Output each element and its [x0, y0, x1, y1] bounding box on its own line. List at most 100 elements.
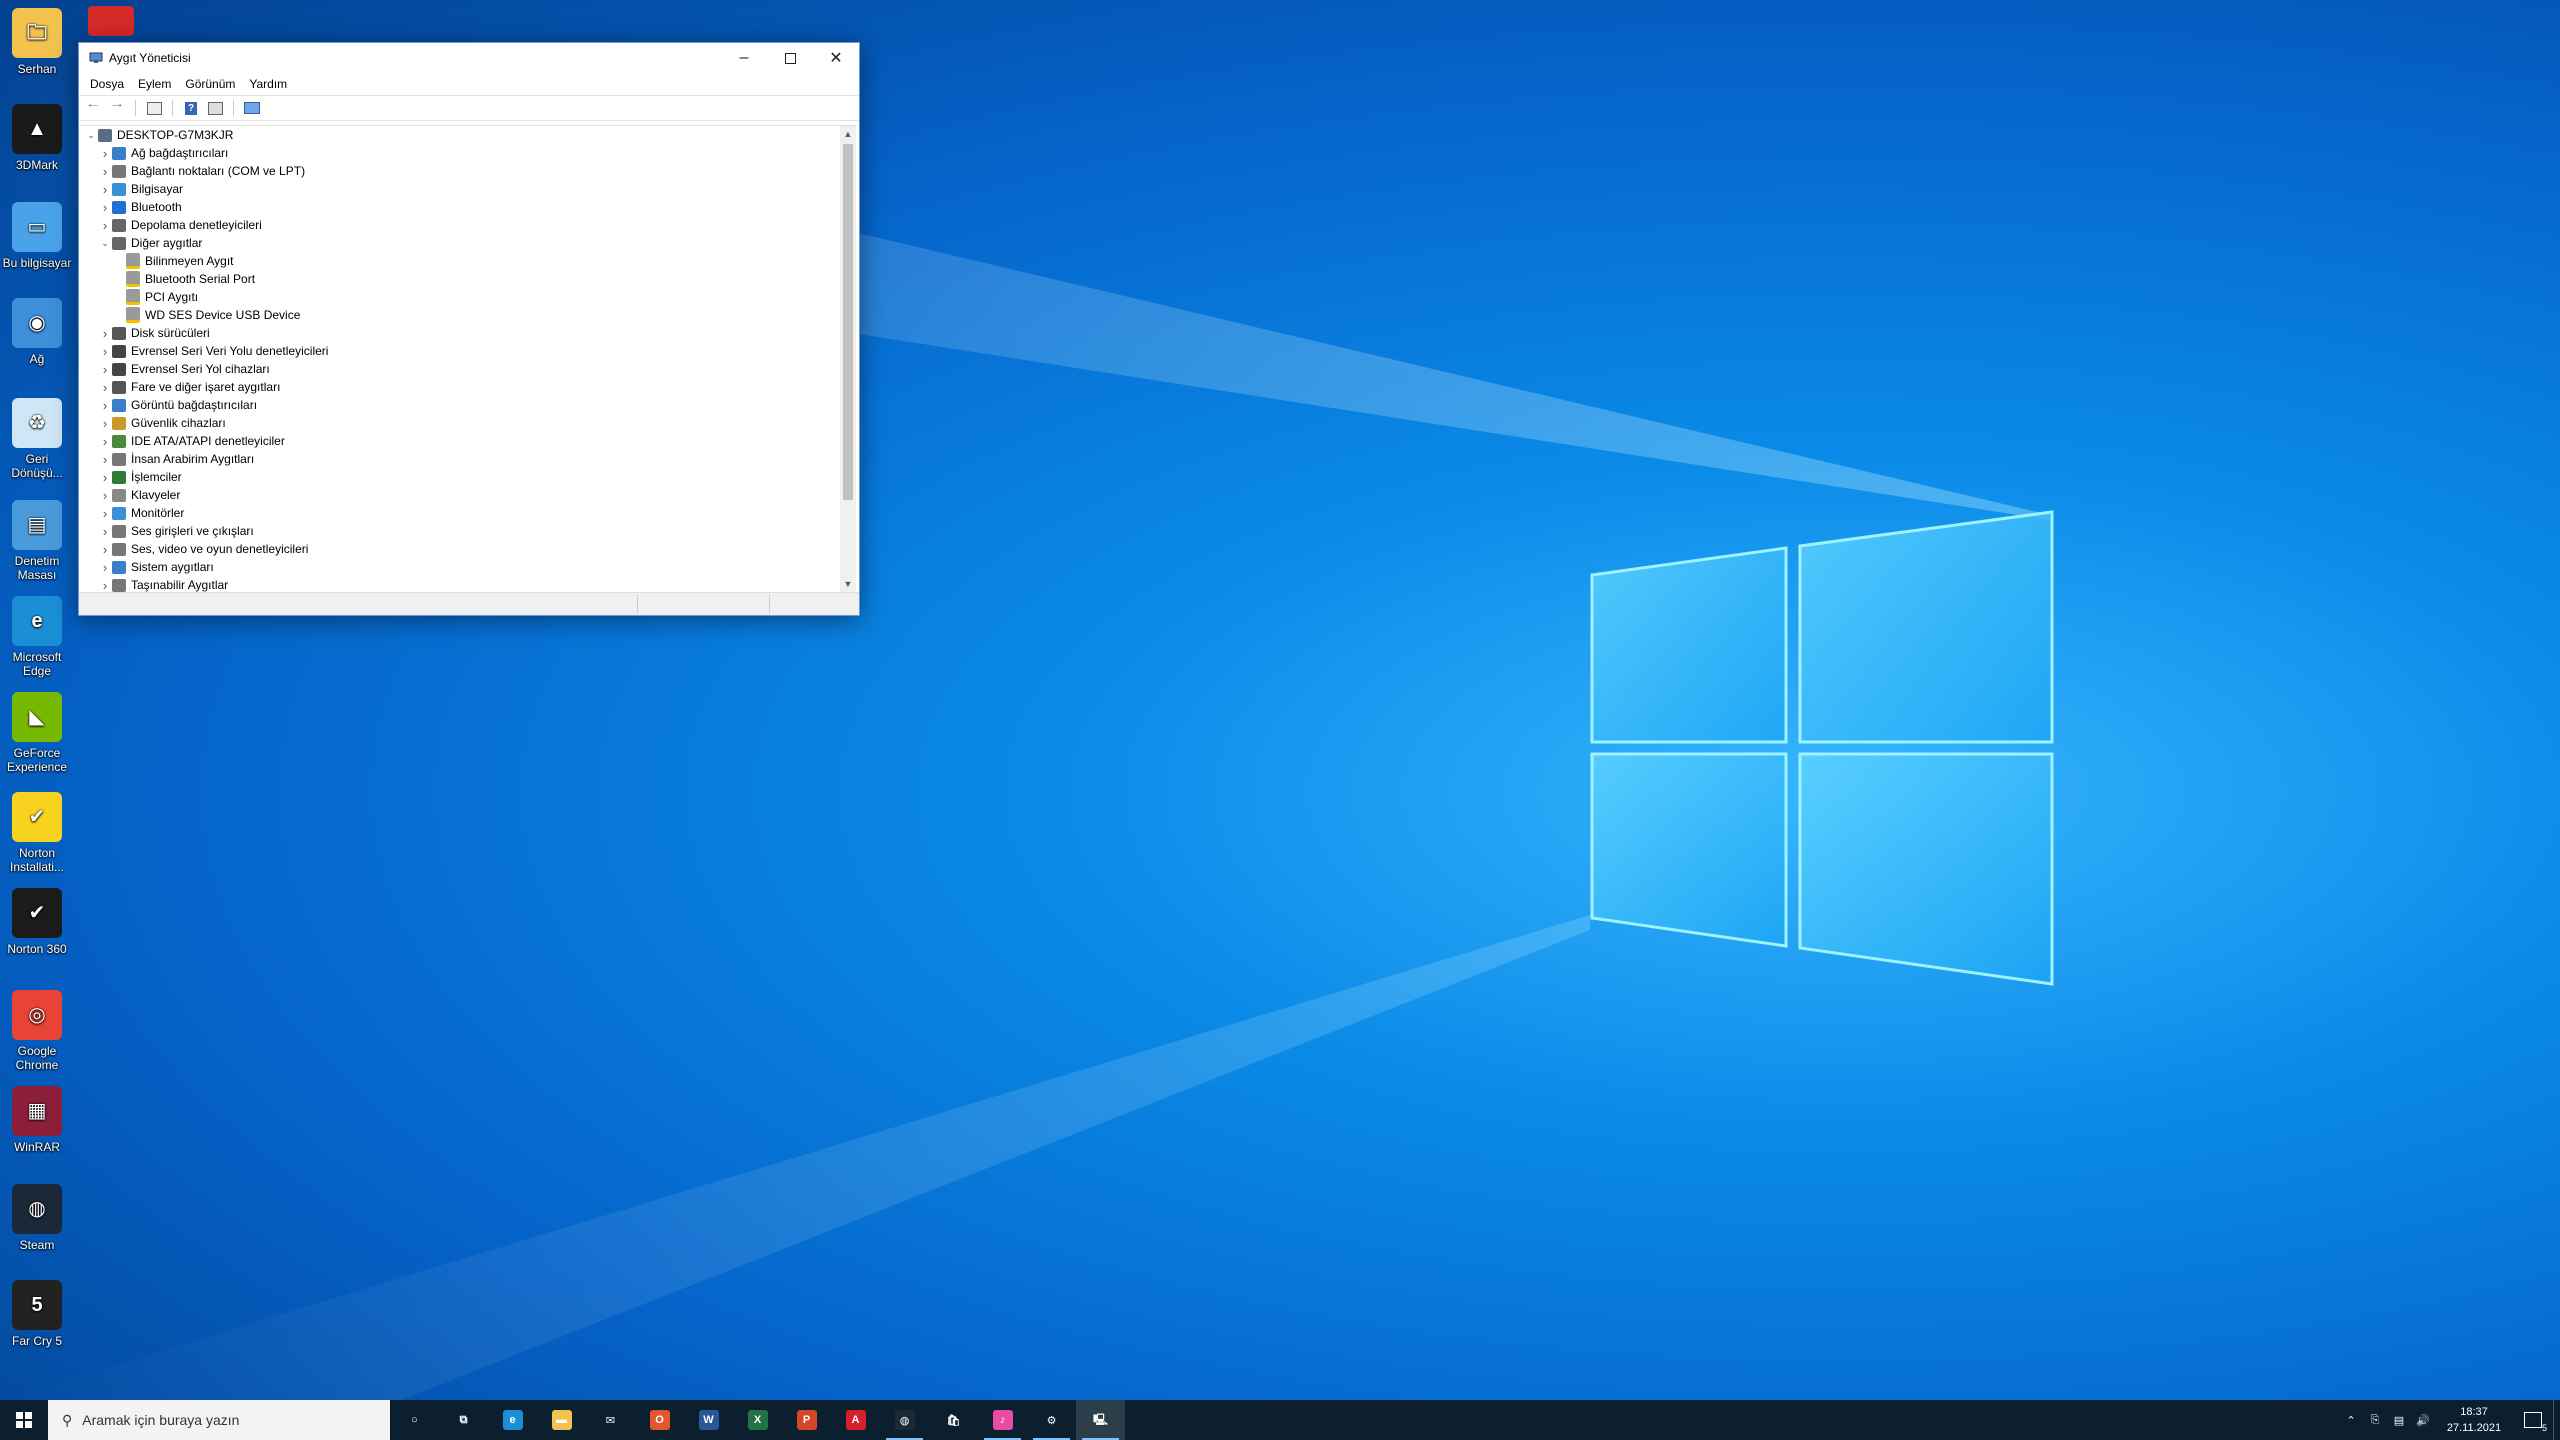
- menu-dosya[interactable]: Dosya: [83, 77, 131, 91]
- tree-category[interactable]: › Fare ve diğer işaret aygıtları: [98, 378, 281, 396]
- expand-chevron-icon[interactable]: ›: [98, 504, 112, 522]
- desktop-icon-geforce-experience[interactable]: ◣ GeForce Experience: [0, 692, 74, 774]
- desktop-icon-winrar[interactable]: ▦ WinRAR: [0, 1086, 74, 1154]
- taskbar-word[interactable]: W: [684, 1400, 733, 1440]
- partial-desktop-icon[interactable]: [88, 6, 134, 36]
- expand-chevron-icon[interactable]: ›: [98, 144, 112, 162]
- tree-category[interactable]: › Güvenlik cihazları: [98, 414, 226, 432]
- forward-button[interactable]: 🠂: [107, 98, 127, 117]
- desktop-icon-far-cry-5[interactable]: 5 Far Cry 5: [0, 1280, 74, 1348]
- scroll-down-icon[interactable]: ▼: [840, 576, 856, 592]
- expand-chevron-icon[interactable]: ›: [98, 378, 112, 396]
- taskbar-store[interactable]: 🛍: [929, 1400, 978, 1440]
- taskbar-excel[interactable]: X: [733, 1400, 782, 1440]
- show-desktop-button[interactable]: [2553, 1400, 2560, 1440]
- taskbar-settings[interactable]: ⚙: [1027, 1400, 1076, 1440]
- tree-category[interactable]: › Bilgisayar: [98, 180, 183, 198]
- close-button[interactable]: ✕: [813, 43, 859, 73]
- tree-category[interactable]: › Ağ bağdaştırıcıları: [98, 144, 229, 162]
- collapse-chevron-icon[interactable]: ⌄: [98, 234, 112, 252]
- tree-category[interactable]: › Ses girişleri ve çıkışları: [98, 522, 254, 540]
- taskbar-itunes[interactable]: ♪: [978, 1400, 1027, 1440]
- taskbar-task-view[interactable]: ⧉: [439, 1400, 488, 1440]
- taskbar-office[interactable]: O: [635, 1400, 684, 1440]
- back-button[interactable]: 🠀: [83, 98, 103, 117]
- notification-center-button[interactable]: 5: [2513, 1400, 2553, 1440]
- tree-category[interactable]: › IDE ATA/ATAPI denetleyiciler: [98, 432, 285, 450]
- desktop-icon-serhan[interactable]: 🗀 Serhan: [0, 8, 74, 76]
- menu-eylem[interactable]: Eylem: [131, 77, 178, 91]
- collapse-chevron-icon[interactable]: ⌄: [84, 126, 98, 144]
- taskbar-edge[interactable]: e: [488, 1400, 537, 1440]
- start-button[interactable]: [0, 1400, 48, 1440]
- volume-icon[interactable]: 🔊: [2411, 1400, 2435, 1440]
- desktop-icon-ağ[interactable]: ◉ Ağ: [0, 298, 74, 366]
- expand-chevron-icon[interactable]: ›: [98, 450, 112, 468]
- desktop-icon-norton-360[interactable]: ✔ Norton 360: [0, 888, 74, 956]
- scan-hardware-button[interactable]: [242, 99, 262, 117]
- desktop-icon-denetim-masası[interactable]: ▤ Denetim Masası: [0, 500, 74, 582]
- taskbar-file-explorer[interactable]: ▬: [537, 1400, 586, 1440]
- tree-device-item[interactable]: Bilinmeyen Aygıt: [112, 252, 234, 270]
- taskbar-mail[interactable]: ✉: [586, 1400, 635, 1440]
- desktop-icon-norton-installati-[interactable]: ✔ Norton Installati...: [0, 792, 74, 874]
- scroll-up-icon[interactable]: ▲: [840, 126, 856, 142]
- tree-category[interactable]: › Evrensel Seri Yol cihazları: [98, 360, 270, 378]
- tree-device-item[interactable]: WD SES Device USB Device: [112, 306, 300, 324]
- tree-category[interactable]: › İşlemciler: [98, 468, 182, 486]
- tree-category[interactable]: › Disk sürücüleri: [98, 324, 210, 342]
- clock[interactable]: 18:37 27.11.2021: [2435, 1404, 2513, 1436]
- vertical-scrollbar[interactable]: ▲ ▼: [840, 126, 856, 592]
- taskbar-device-manager[interactable]: 🖳: [1076, 1400, 1125, 1440]
- taskbar-powerpoint[interactable]: P: [782, 1400, 831, 1440]
- maximize-button[interactable]: [767, 43, 813, 73]
- desktop-icon-google-chrome[interactable]: ◎ Google Chrome: [0, 990, 74, 1072]
- tree-device-item[interactable]: PCI Aygıtı: [112, 288, 198, 306]
- desktop-icon-geri-dönüşü-[interactable]: ♻ Geri Dönüşü...: [0, 398, 74, 480]
- expand-chevron-icon[interactable]: ›: [98, 216, 112, 234]
- expand-chevron-icon[interactable]: ›: [98, 486, 112, 504]
- tree-category[interactable]: › Bluetooth: [98, 198, 182, 216]
- expand-chevron-icon[interactable]: ›: [98, 414, 112, 432]
- tree-category[interactable]: › Görüntü bağdaştırıcıları: [98, 396, 257, 414]
- expand-chevron-icon[interactable]: ›: [98, 342, 112, 360]
- expand-chevron-icon[interactable]: ›: [98, 198, 112, 216]
- taskbar-steam[interactable]: ◍: [880, 1400, 929, 1440]
- title-bar[interactable]: Aygıt Yöneticisi – ✕: [79, 43, 859, 73]
- expand-chevron-icon[interactable]: ›: [98, 162, 112, 180]
- tree-category[interactable]: › Bağlantı noktaları (COM ve LPT): [98, 162, 305, 180]
- desktop-icon-microsoft-edge[interactable]: e Microsoft Edge: [0, 596, 74, 678]
- view-button[interactable]: [205, 99, 225, 117]
- expand-chevron-icon[interactable]: ›: [98, 324, 112, 342]
- expand-chevron-icon[interactable]: ›: [98, 576, 112, 593]
- taskbar-acrobat[interactable]: A: [831, 1400, 880, 1440]
- help-button[interactable]: ?: [181, 99, 201, 117]
- expand-chevron-icon[interactable]: ›: [98, 180, 112, 198]
- tree-category[interactable]: › Taşınabilir Aygıtlar: [98, 576, 228, 593]
- tree-category[interactable]: › Depolama denetleyicileri: [98, 216, 262, 234]
- desktop-icon-bu-bilgisayar[interactable]: ▭ Bu bilgisayar: [0, 202, 74, 270]
- show-hidden-icons-icon[interactable]: ⌃: [2339, 1400, 2363, 1440]
- tree-category[interactable]: › İnsan Arabirim Aygıtları: [98, 450, 254, 468]
- desktop-icon-3dmark[interactable]: ▲ 3DMark: [0, 104, 74, 172]
- properties-button[interactable]: [144, 99, 164, 117]
- tree-category[interactable]: › Sistem aygıtları: [98, 558, 214, 576]
- minimize-button[interactable]: –: [721, 43, 767, 73]
- taskbar-cortana[interactable]: ○: [390, 1400, 439, 1440]
- menu-yardim[interactable]: Yardım: [242, 77, 294, 91]
- expand-chevron-icon[interactable]: ›: [98, 432, 112, 450]
- tree-category[interactable]: › Evrensel Seri Veri Yolu denetleyicileri: [98, 342, 329, 360]
- expand-chevron-icon[interactable]: ›: [98, 396, 112, 414]
- desktop-icon-steam[interactable]: ◍ Steam: [0, 1184, 74, 1252]
- usb-icon[interactable]: ⎘: [2363, 1400, 2387, 1440]
- expand-chevron-icon[interactable]: ›: [98, 522, 112, 540]
- tree-device-item[interactable]: Bluetooth Serial Port: [112, 270, 255, 288]
- search-box[interactable]: ⚲ Aramak için buraya yazın: [48, 1400, 390, 1440]
- tree-root-computer[interactable]: ⌄ DESKTOP-G7M3KJR: [84, 126, 233, 144]
- network-icon[interactable]: ▤: [2387, 1400, 2411, 1440]
- expand-chevron-icon[interactable]: ›: [98, 558, 112, 576]
- expand-chevron-icon[interactable]: ›: [98, 360, 112, 378]
- tree-category[interactable]: › Ses, video ve oyun denetleyicileri: [98, 540, 309, 558]
- tree-category[interactable]: › Klavyeler: [98, 486, 181, 504]
- expand-chevron-icon[interactable]: ›: [98, 540, 112, 558]
